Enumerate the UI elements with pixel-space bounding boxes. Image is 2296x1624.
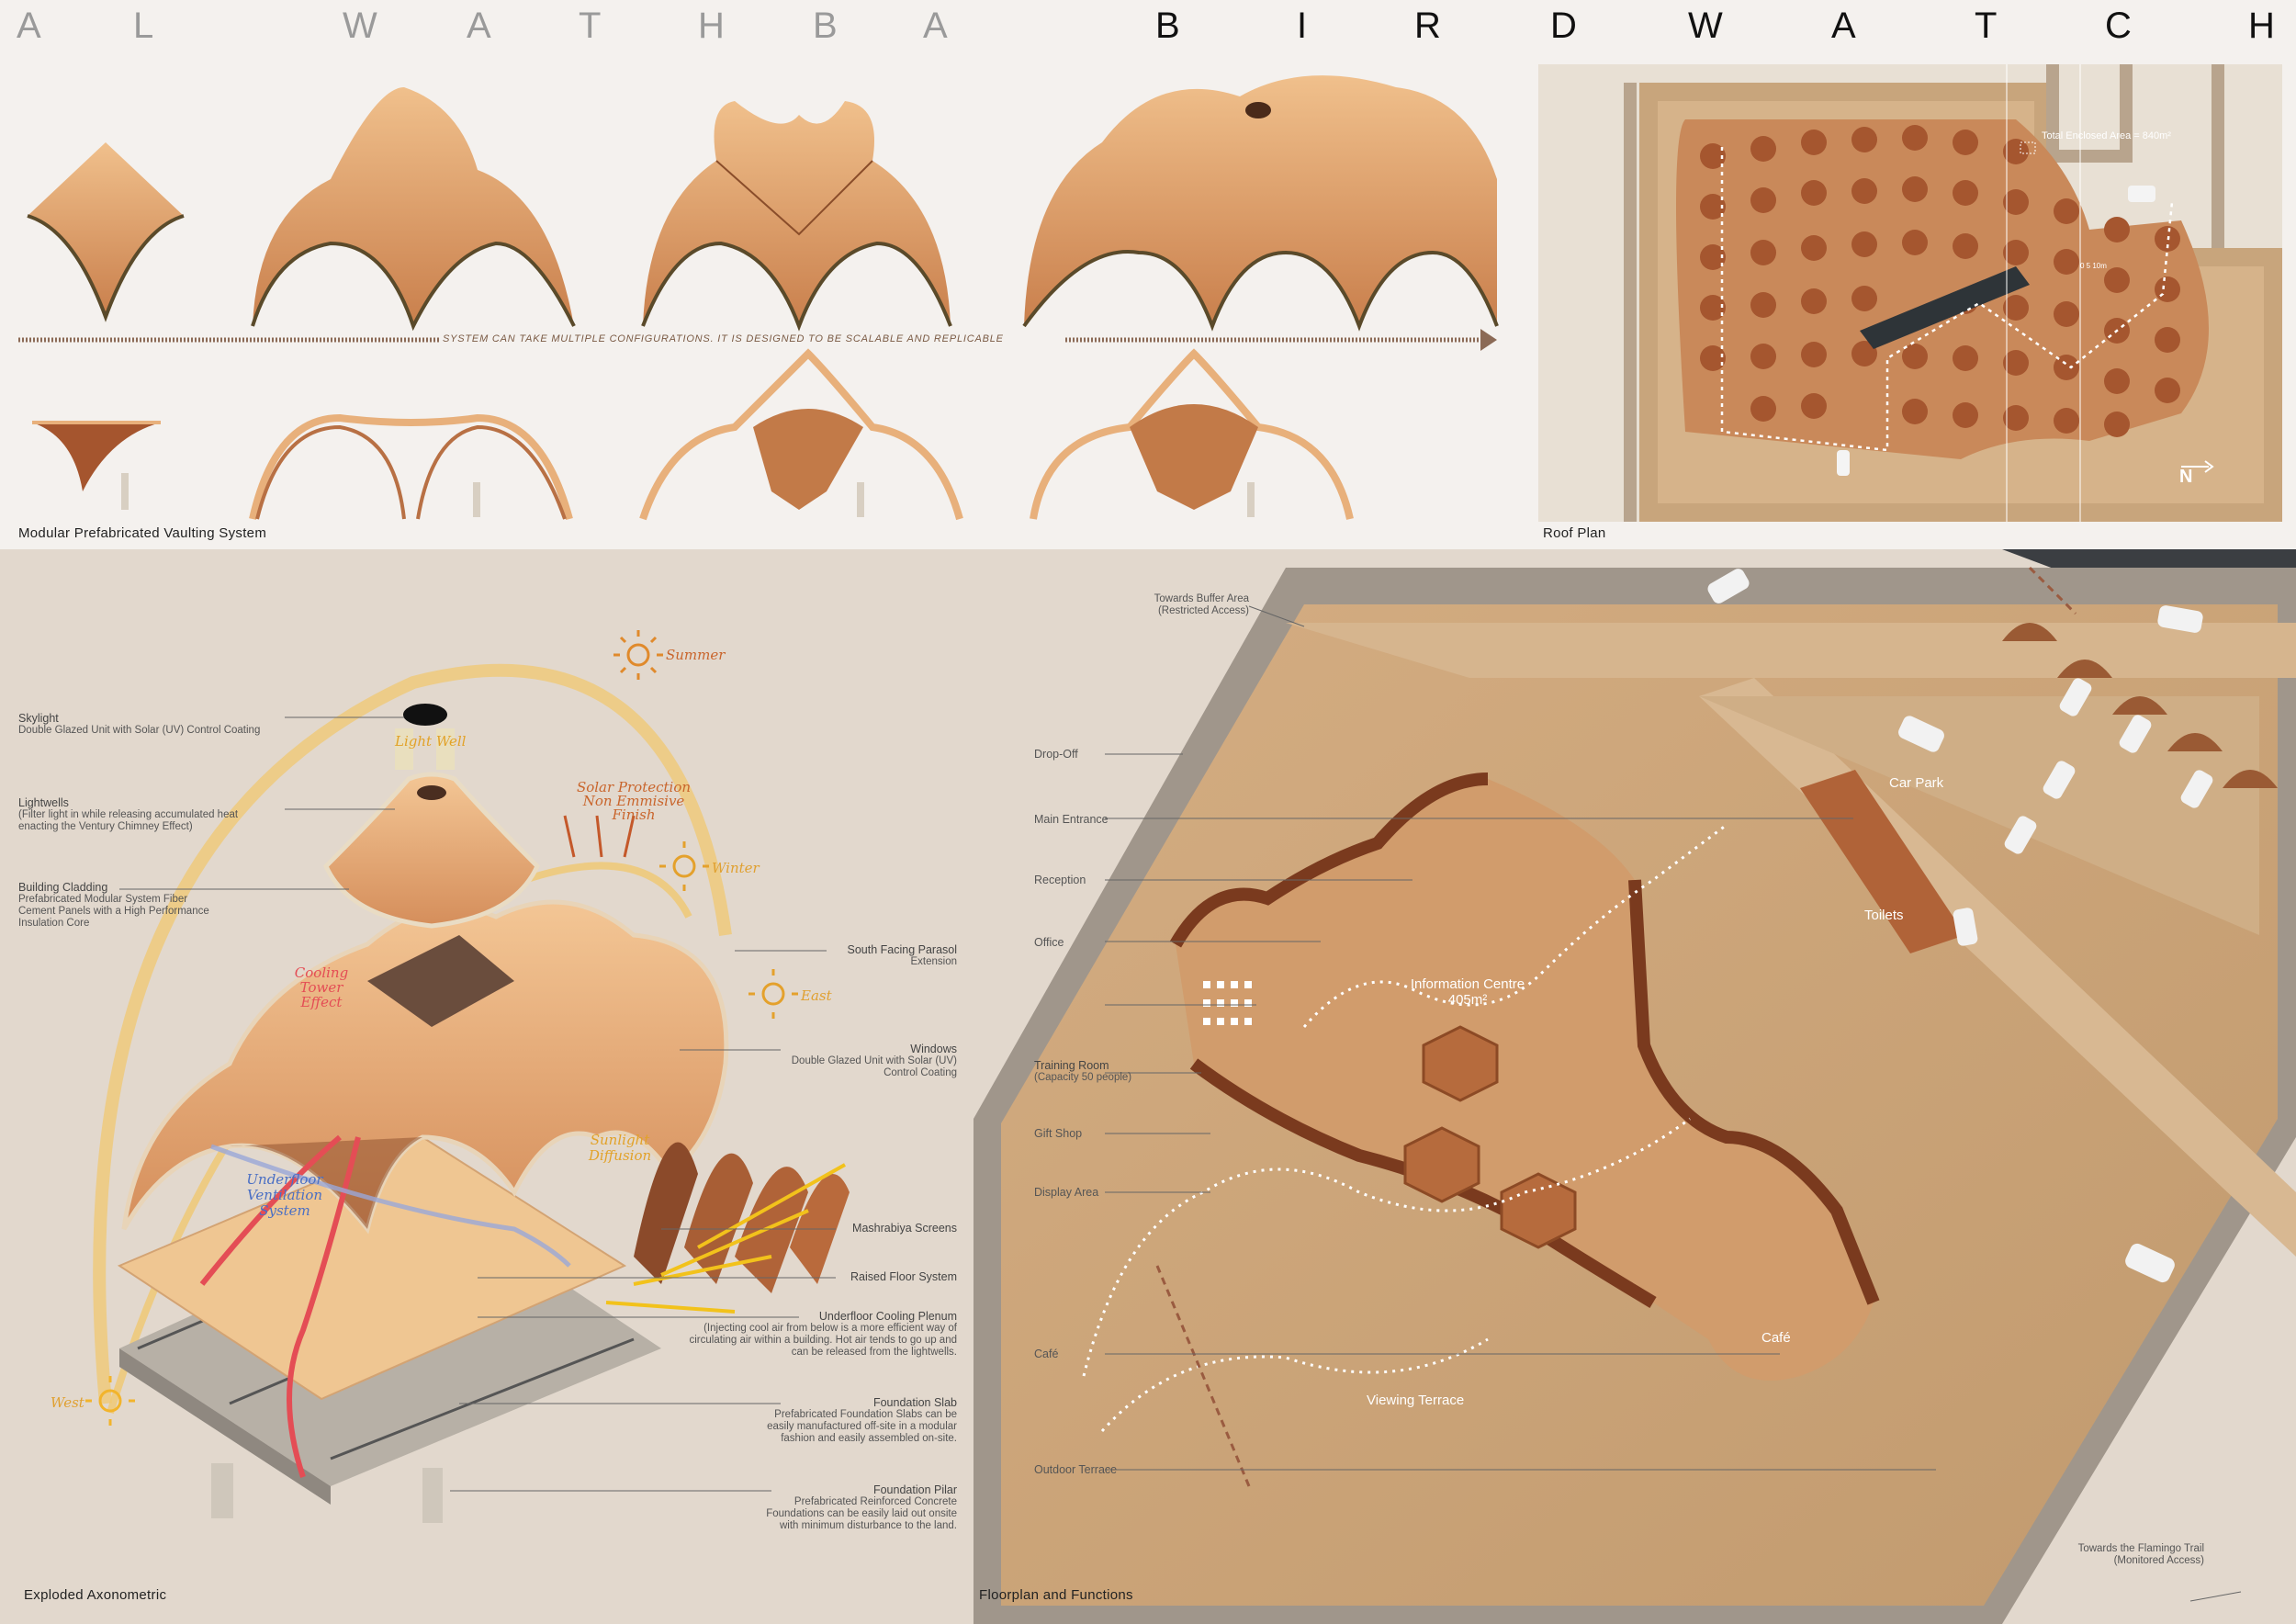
label-viewing-terrace: Viewing Terrace (1367, 1393, 1465, 1408)
roof-plan-caption: Roof Plan (1543, 525, 1606, 541)
hand-sunlight-diffusion: Sunlight Diffusion (588, 1132, 652, 1164)
roof-plan-panel: Total Enclosed Area = 840m² 0 5 10m N (1538, 64, 2282, 522)
title-letter: B (813, 6, 838, 46)
exploded-axon-drawing (85, 630, 850, 1523)
label-outdoor-terrace: Outdoor Terrace (1034, 1463, 1118, 1476)
label-foundation-slab: Foundation Slab Prefabricated Foundation … (767, 1396, 957, 1445)
hand-west: West (51, 1394, 84, 1411)
scalability-note: SYSTEM CAN TAKE MULTIPLE CONFIGURATIONS.… (443, 333, 1004, 344)
label-training-room: Training Room (Capacity 50 people) (1034, 1059, 1132, 1084)
title-letter: H (2248, 6, 2275, 46)
title-letter: A (1831, 6, 1856, 46)
label-cafe: Café (1034, 1348, 1059, 1360)
title-letter: I (1297, 6, 1308, 46)
title-letter: T (579, 6, 602, 46)
title-letter: D (1550, 6, 1577, 46)
title-letter: A (17, 6, 41, 46)
sun-east-icon (748, 969, 798, 1019)
label-buffer-area: Towards Buffer Area (Restricted Access) (1154, 593, 1249, 616)
sun-summer-icon (613, 630, 663, 680)
north-arrow-label: N (2179, 467, 2193, 487)
floorplan-caption: Floorplan and Functions (979, 1587, 1133, 1603)
hand-east: East (801, 987, 832, 1004)
title-letter: C (2105, 6, 2132, 46)
label-cafe-area: Café (1761, 1330, 1791, 1346)
label-display-area: Display Area (1034, 1186, 1099, 1199)
hand-underfloor-ventilation: Underfloor Ventilation System (246, 1171, 323, 1219)
vaulting-illustrations (18, 75, 1499, 521)
label-lightwells: Lightwells (Filter light in while releasi… (18, 796, 239, 833)
exploded-axon-panel: Skylight Double Glazed Unit with Solar (U… (0, 549, 974, 1624)
label-toilets: Toilets (1864, 908, 1904, 923)
label-information-centre: Information Centre 405m² (1410, 976, 1525, 1008)
label-flamingo-trail: Towards the Flamingo Trail (Monitored Acc… (2077, 1543, 2204, 1566)
roof-area-label: Total Enclosed Area = 840m² (2042, 130, 2171, 141)
label-mashrabiya: Mashrabiya Screens (852, 1222, 957, 1235)
roof-scale-label: 0 5 10m (2080, 262, 2107, 270)
label-car-park: Car Park (1889, 775, 1944, 791)
vault-module-triple (641, 101, 952, 332)
hand-light-well: Light Well (395, 733, 467, 750)
vault-module-single (27, 142, 185, 322)
label-foundation-pilar: Foundation Pilar Prefabricated Reinforced… (766, 1483, 957, 1532)
title-letter: B (1155, 6, 1180, 46)
label-south-parasol: South Facing Parasol Extension (847, 943, 957, 968)
title-letter: A (467, 6, 491, 46)
label-office: Office (1034, 936, 1064, 949)
exploded-axon-caption: Exploded Axonometric (24, 1587, 167, 1603)
title-letter: A (923, 6, 948, 46)
label-raised-floor: Raised Floor System (850, 1270, 957, 1283)
hand-solar-protection: Solar Protection Non Emmisive Finish (576, 779, 692, 823)
hand-cooling-tower: Cooling Tower Effect (294, 964, 349, 1010)
hand-winter: Winter (712, 860, 760, 876)
vault-module-cluster (1022, 75, 1499, 332)
title-letter: T (1975, 6, 1998, 46)
title-letter: W (1688, 6, 1723, 46)
label-main-entrance: Main Entrance (1034, 813, 1109, 826)
label-skylight: Skylight Double Glazed Unit with Solar (U… (18, 712, 261, 737)
floorplan-panel: Towards Buffer Area (Restricted Access) D… (974, 549, 2296, 1624)
vaulting-system-panel: SYSTEM CAN TAKE MULTIPLE CONFIGURATIONS.… (0, 51, 1525, 547)
title-letter: R (1414, 6, 1441, 46)
vaulting-caption: Modular Prefabricated Vaulting System (18, 525, 267, 541)
title-letter: L (133, 6, 154, 46)
hand-summer: Summer (666, 647, 726, 663)
label-cooling-plenum: Underfloor Cooling Plenum (Injecting cool… (689, 1310, 957, 1359)
label-building-cladding: Building Cladding Prefabricated Modular S… (18, 881, 209, 930)
label-gift-shop: Gift Shop (1034, 1127, 1083, 1140)
vault-module-double (251, 87, 576, 332)
vault-sections (32, 348, 1354, 521)
title-letter: H (698, 6, 725, 46)
floorplan-drawing (974, 549, 2296, 1624)
label-reception: Reception (1034, 874, 1086, 886)
label-windows: Windows Double Glazed Unit with Solar (UV… (791, 1043, 957, 1079)
label-drop-off: Drop-Off (1034, 748, 1078, 761)
title-letter: W (343, 6, 377, 46)
